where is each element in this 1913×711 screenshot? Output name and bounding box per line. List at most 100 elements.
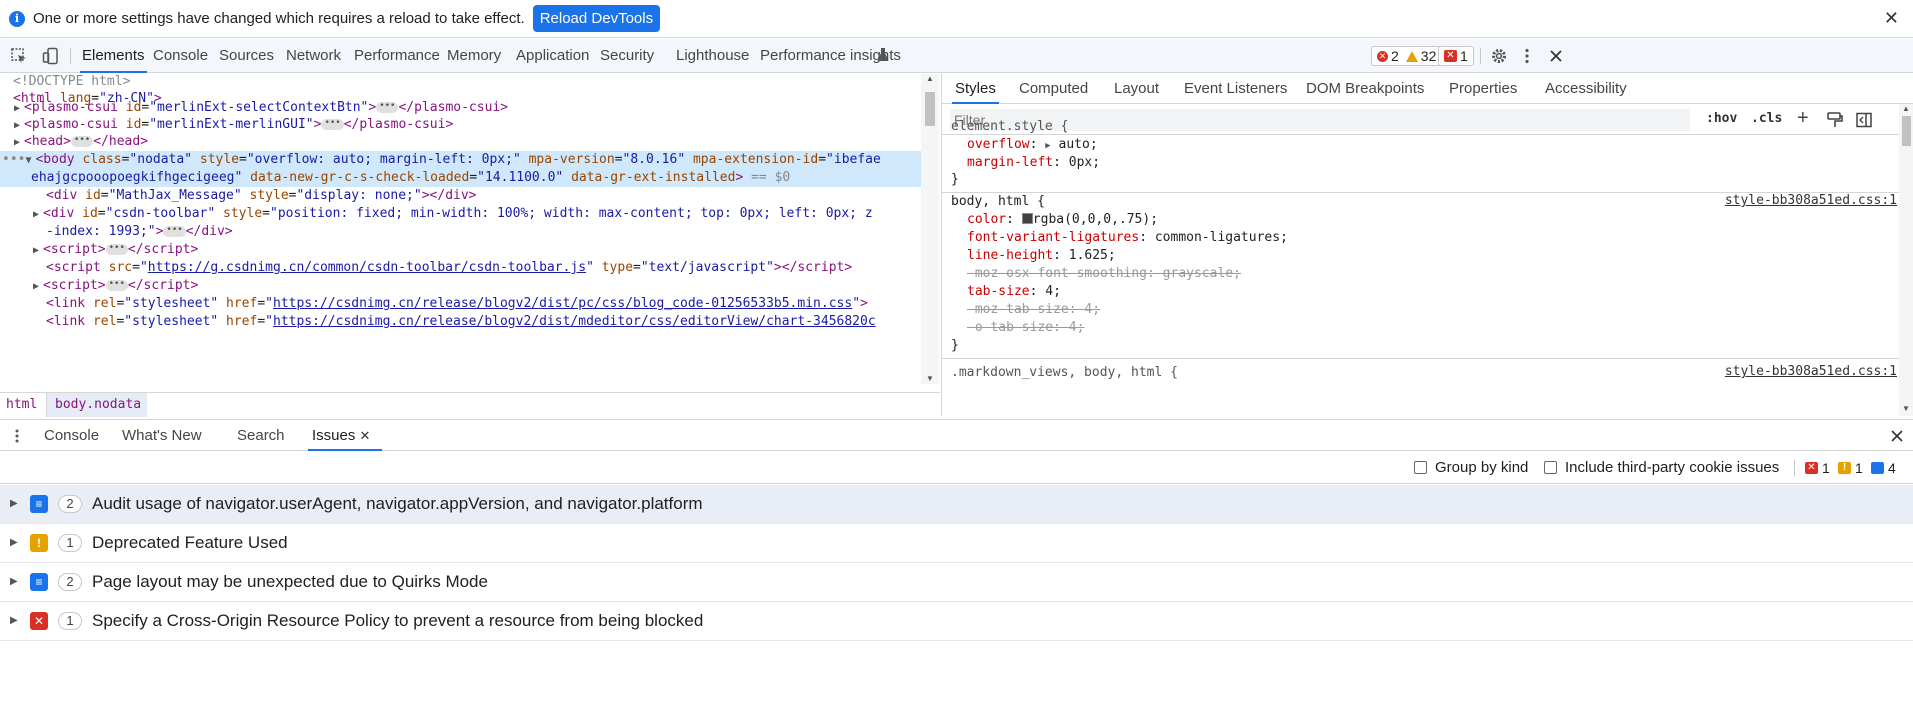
- dom-body-line2[interactable]: ehajgcpooopoegkifhgecigeeg" data-new-gr-…: [31, 169, 790, 187]
- error-warning-counter[interactable]: ✕ 2 32: [1371, 46, 1443, 66]
- tab-computed[interactable]: Computed: [1019, 74, 1088, 104]
- inspect-element-icon[interactable]: [10, 47, 28, 65]
- style-decl-tab-size[interactable]: tab-size: 4;: [967, 283, 1061, 301]
- drawer-menu-icon[interactable]: [10, 428, 24, 444]
- ellipsis-badge[interactable]: •••: [163, 226, 186, 237]
- elements-scrollbar[interactable]: ▲ ▼: [921, 74, 939, 384]
- tab-layout[interactable]: Layout: [1114, 74, 1159, 104]
- stylesheet-link[interactable]: https://csdnimg.cn/release/blogv2/dist/p…: [273, 296, 852, 311]
- expand-triangle-icon[interactable]: ▶: [10, 537, 18, 548]
- issue-row[interactable]: ▶ ≡ 2 Audit usage of navigator.userAgent…: [0, 485, 1913, 524]
- tab-console[interactable]: Console: [153, 39, 208, 73]
- stylesheet-source-link[interactable]: style-bb308a51ed.css:1: [1725, 364, 1897, 379]
- issues-counter[interactable]: ✕ 1: [1438, 46, 1474, 66]
- drawer-tab-issues[interactable]: Issues ✕: [308, 420, 382, 451]
- ellipsis-badge[interactable]: •••: [70, 136, 94, 147]
- reload-devtools-button[interactable]: Reload DevTools: [532, 5, 661, 32]
- dom-link-1[interactable]: <link rel="stylesheet" href="https://csd…: [46, 295, 868, 313]
- third-party-cookie-checkbox[interactable]: [1544, 461, 1557, 474]
- drawer-tab-whats-new[interactable]: What's New: [122, 420, 202, 451]
- style-decl-line-height[interactable]: line-height: 1.625;: [967, 247, 1116, 265]
- expand-triangle-icon[interactable]: ▶: [33, 206, 43, 224]
- expand-triangle-icon[interactable]: ▶: [10, 615, 18, 626]
- tab-styles[interactable]: Styles: [952, 74, 999, 104]
- drawer-tab-bar: Console What's New Search Issues ✕: [0, 419, 1913, 451]
- style-decl-moz-tab-size[interactable]: -moz-tab-size: 4;: [967, 301, 1100, 319]
- tab-application[interactable]: Application: [516, 39, 589, 73]
- dom-doctype[interactable]: <!DOCTYPE html>: [13, 74, 130, 91]
- dom-toolbar-div-cont[interactable]: -index: 1993;"> ••• </div>: [46, 223, 233, 241]
- tab-sources[interactable]: Sources: [219, 39, 274, 73]
- collapse-triangle-icon[interactable]: ▼: [25, 152, 35, 170]
- group-by-kind-checkbox[interactable]: [1414, 461, 1427, 474]
- scrollbar-thumb[interactable]: [925, 92, 935, 126]
- breadcrumb-html[interactable]: html: [6, 393, 37, 417]
- dom-plasmo-1[interactable]: ▶ <plasmo-csui id="merlinExt-selectContex…: [14, 99, 508, 117]
- markdown-selector[interactable]: .markdown_views, body, html {: [951, 364, 1178, 382]
- script-src-link[interactable]: https://g.csdnimg.cn/common/csdn-toolbar…: [148, 260, 586, 275]
- settings-gear-icon[interactable]: [1490, 47, 1508, 65]
- style-decl-overflow[interactable]: overflow: ▶ auto;: [967, 136, 1098, 154]
- expand-triangle-icon[interactable]: ▶: [14, 134, 24, 152]
- close-drawer-icon[interactable]: [1890, 429, 1904, 443]
- dom-script-src[interactable]: <script src="https://g.csdnimg.cn/common…: [46, 259, 852, 277]
- paint-roller-icon[interactable]: [1827, 112, 1843, 128]
- stylesheet-link[interactable]: https://csdnimg.cn/release/blogv2/dist/m…: [273, 314, 876, 329]
- dom-head[interactable]: ▶ <head> ••• </head>: [14, 133, 148, 151]
- dom-mathjax-div[interactable]: <div id="MathJax_Message" style="display…: [46, 187, 477, 205]
- dom-body-line1[interactable]: •••▼ <body class="nodata" style="overflow…: [2, 151, 881, 169]
- issue-row[interactable]: ▶ ! 1 Deprecated Feature Used: [0, 524, 1913, 563]
- drawer-tab-console[interactable]: Console: [44, 420, 99, 451]
- element-style-selector[interactable]: element.style {: [951, 118, 1068, 136]
- style-decl-o-tab-size[interactable]: -o-tab-size: 4;: [967, 319, 1084, 337]
- dom-link-2[interactable]: <link rel="stylesheet" href="https://csd…: [46, 313, 876, 331]
- expand-triangle-icon[interactable]: ▶: [33, 278, 43, 296]
- tab-dom-breakpoints[interactable]: DOM Breakpoints: [1306, 74, 1424, 104]
- ellipsis-badge[interactable]: •••: [105, 280, 128, 291]
- expand-triangle-icon[interactable]: ▶: [33, 242, 43, 260]
- scrollbar-thumb[interactable]: [1902, 116, 1911, 146]
- style-decl-font-variant-ligatures[interactable]: font-variant-ligatures: common-ligatures…: [967, 229, 1288, 247]
- expand-triangle-icon[interactable]: ▶: [10, 576, 18, 587]
- issue-row[interactable]: ▶ ✕ 1 Specify a Cross-Origin Resource Po…: [0, 602, 1913, 641]
- tab-lighthouse[interactable]: Lighthouse: [676, 39, 749, 73]
- tab-security[interactable]: Security: [600, 39, 654, 73]
- elements-dom-tree: <!DOCTYPE html> <html lang="zh-CN"> ▶ <pl…: [0, 74, 940, 414]
- class-toggle[interactable]: .cls: [1751, 111, 1782, 126]
- ellipsis-badge[interactable]: •••: [321, 119, 344, 130]
- tab-memory[interactable]: Memory: [447, 39, 501, 73]
- close-tab-icon[interactable]: ✕: [360, 428, 371, 443]
- style-decl-moz-font-smoothing[interactable]: -moz-osx-font-smoothing: grayscale;: [967, 265, 1241, 283]
- toolbar-divider: [70, 48, 71, 64]
- dom-plasmo-2[interactable]: ▶ <plasmo-csui id="merlinExt-merlinGUI"> •…: [14, 116, 453, 134]
- new-style-rule-button[interactable]: +: [1797, 107, 1809, 130]
- tab-elements[interactable]: Elements: [80, 39, 147, 73]
- dom-script-2[interactable]: ▶ <script> ••• </script>: [33, 277, 198, 295]
- stylesheet-source-link[interactable]: style-bb308a51ed.css:1: [1725, 193, 1897, 208]
- dom-script-1[interactable]: ▶ <script> ••• </script>: [33, 241, 198, 259]
- close-icon[interactable]: ✕: [1884, 8, 1899, 29]
- tab-network[interactable]: Network: [286, 39, 341, 73]
- style-decl-margin-left[interactable]: margin-left: 0px;: [967, 154, 1100, 172]
- close-devtools-icon[interactable]: [1547, 47, 1565, 65]
- issue-error-icon: ✕: [30, 612, 48, 630]
- more-options-icon[interactable]: [1518, 47, 1536, 65]
- device-toolbar-icon[interactable]: [42, 47, 60, 65]
- color-swatch[interactable]: [1021, 213, 1033, 224]
- dom-toolbar-div[interactable]: ▶ <div id="csdn-toolbar" style="position:…: [33, 205, 873, 223]
- expand-triangle-icon[interactable]: ▶: [10, 498, 18, 509]
- ellipsis-badge[interactable]: •••: [105, 244, 128, 255]
- tab-event-listeners[interactable]: Event Listeners: [1184, 74, 1287, 104]
- toggle-sidebar-icon[interactable]: [1856, 112, 1872, 128]
- tab-accessibility[interactable]: Accessibility: [1545, 74, 1627, 104]
- drawer-tab-search[interactable]: Search: [237, 420, 285, 451]
- hover-state-toggle[interactable]: :hov: [1706, 111, 1737, 126]
- breadcrumb-body[interactable]: body.nodata: [46, 393, 148, 417]
- ellipsis-badge[interactable]: •••: [376, 102, 399, 113]
- style-decl-color[interactable]: color: rgba(0,0,0,.75);: [967, 211, 1158, 229]
- tab-properties[interactable]: Properties: [1449, 74, 1517, 104]
- styles-scrollbar[interactable]: ▲ ▼: [1899, 104, 1913, 416]
- tab-performance[interactable]: Performance: [354, 39, 440, 73]
- body-html-selector[interactable]: body, html {: [951, 193, 1045, 211]
- issue-row[interactable]: ▶ ≡ 2 Page layout may be unexpected due …: [0, 563, 1913, 602]
